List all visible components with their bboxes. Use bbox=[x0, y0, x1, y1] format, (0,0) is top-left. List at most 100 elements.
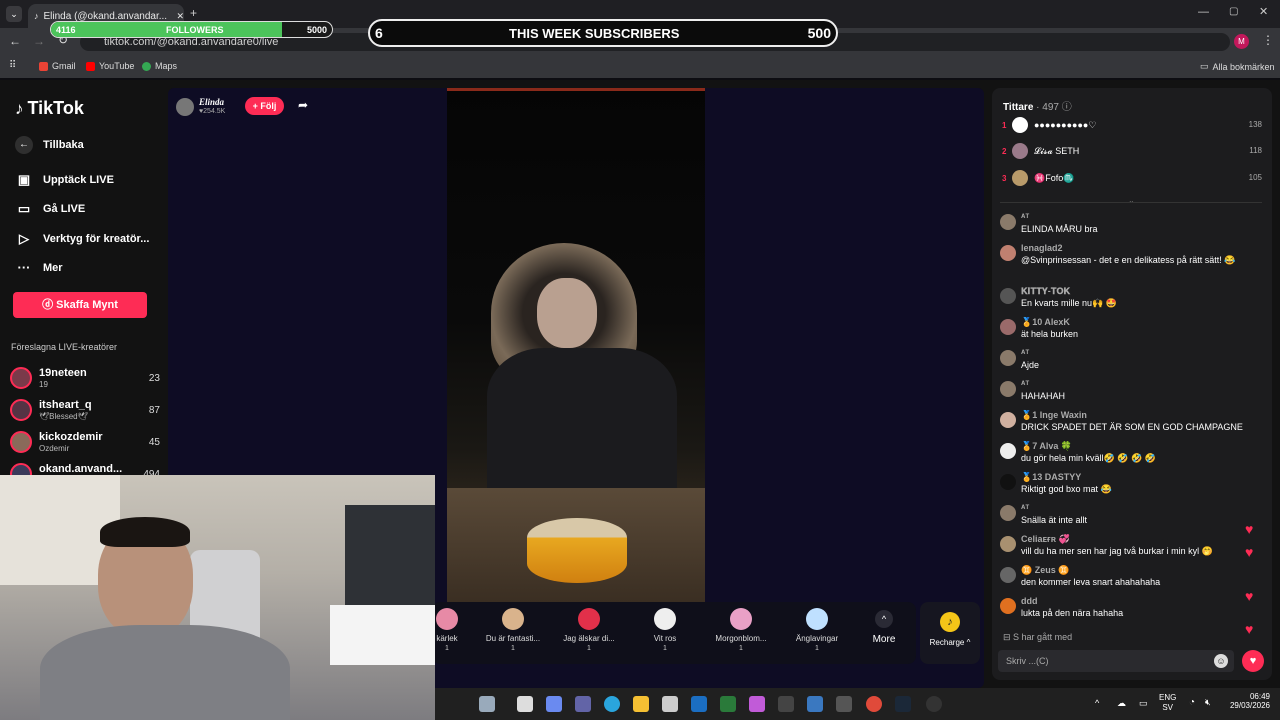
chat-input[interactable]: Skriv ...(C) bbox=[998, 650, 1234, 672]
gift-item[interactable]: Du är fantasti... 1 bbox=[480, 608, 546, 652]
tray-display-icon[interactable]: ▭ bbox=[1139, 698, 1148, 709]
nav-discover-live[interactable]: ▣ Upptäck LIVE bbox=[15, 172, 114, 188]
steam-icon[interactable] bbox=[895, 696, 911, 712]
top-viewer-row[interactable]: 1 ●●●●●●●●●●♡ 138 bbox=[1002, 117, 1262, 135]
vscode-icon[interactable] bbox=[778, 696, 794, 712]
emoji-icon[interactable]: ☺ bbox=[1214, 654, 1228, 668]
chat-message[interactable]: ᴬᵀ HAHAHAH bbox=[1000, 379, 1240, 407]
host-name[interactable]: Elinda bbox=[199, 97, 224, 107]
nav-more[interactable]: ··· Mer bbox=[15, 260, 63, 275]
top-viewer-row[interactable]: 2 𝓛𝓲𝓼𝓪 SETH 118 bbox=[1002, 143, 1262, 161]
volume-mute-icon[interactable]: 🔇︎ bbox=[1205, 697, 1211, 708]
teams-icon[interactable] bbox=[575, 696, 591, 712]
avatar bbox=[1012, 143, 1028, 159]
new-tab-icon[interactable]: + bbox=[190, 6, 197, 20]
host-avatar[interactable] bbox=[176, 98, 194, 116]
chat-message[interactable]: 🏅1 Inge Waxin DRICK SPADET DET ÄR SOM EN … bbox=[1000, 410, 1243, 438]
maximize-icon[interactable]: ▢ bbox=[1229, 6, 1238, 17]
chat-message[interactable]: ddd lukta på den nära hahaha bbox=[1000, 596, 1240, 624]
suggested-creator-item[interactable]: 19neteen 19 23 bbox=[10, 367, 160, 395]
nav-go-live[interactable]: ▭ Gå LIVE bbox=[15, 201, 85, 217]
wifi-icon[interactable]: ◔ bbox=[1189, 697, 1195, 708]
webcam-shelf bbox=[330, 605, 435, 665]
bookmark-gmail[interactable]: Gmail bbox=[39, 61, 76, 71]
avatar bbox=[1000, 443, 1016, 459]
gift-item[interactable]: Morgonblom... 1 bbox=[708, 608, 774, 652]
profile-avatar[interactable]: M bbox=[1234, 34, 1249, 49]
task-view-icon[interactable] bbox=[517, 696, 533, 712]
followers-current: 4116 bbox=[56, 25, 76, 35]
send-heart-button[interactable]: ♥ bbox=[1242, 650, 1264, 672]
chat-message[interactable]: 🏅7 Alva 🍀 du gör hela min kväll🤣 🤣 🤣 🤣 bbox=[1000, 441, 1240, 469]
chat-message[interactable]: ᴬᵀ Snälla ät inte allt bbox=[1000, 503, 1240, 531]
chat-message[interactable]: ᴬᵀ Ajde bbox=[1000, 348, 1240, 376]
back-icon[interactable]: ← bbox=[9, 34, 21, 48]
file-explorer-icon[interactable] bbox=[633, 696, 649, 712]
youtube-icon bbox=[86, 61, 95, 71]
tiktok-logo[interactable]: ♪ TikTok bbox=[15, 98, 84, 119]
get-coins-button[interactable]: ⓓ Skaffa Mynt bbox=[13, 292, 147, 318]
live-video[interactable] bbox=[447, 88, 705, 603]
chat-message[interactable]: 🏅13 DASTYY Riktigt god bxo mat 😂 bbox=[1000, 472, 1240, 500]
chevron-down-icon[interactable]: ⌄ bbox=[1128, 196, 1135, 205]
coin-icon: ♪ bbox=[940, 612, 960, 632]
back-link[interactable]: ← Tillbaka bbox=[15, 136, 84, 154]
minimize-icon[interactable]: — bbox=[1198, 6, 1209, 18]
chat-message[interactable]: Celiaᴇғʀ 💞 vill du ha mer sen har jag två… bbox=[1000, 534, 1240, 562]
clock[interactable]: 06:49 29/03/2026 bbox=[1218, 692, 1270, 710]
avatar bbox=[1000, 319, 1016, 335]
forward-icon[interactable]: → bbox=[33, 34, 45, 48]
chrome-icon[interactable] bbox=[866, 696, 882, 712]
flower-bouquet-icon bbox=[730, 608, 752, 630]
info-icon[interactable]: ⓘ bbox=[1062, 102, 1072, 113]
close-window-icon[interactable]: ✕ bbox=[1259, 5, 1268, 18]
suggested-creator-item[interactable]: itsheart_q 🕊Blessed🕊 87 bbox=[10, 399, 160, 427]
chat-message[interactable]: lenaglad2 @Svinprinsessan - det e en deli… bbox=[1000, 243, 1240, 271]
tray-app-icon[interactable]: ☁ bbox=[1117, 698, 1126, 709]
security-icon[interactable] bbox=[720, 696, 736, 712]
followers-label: FOLLOWERS bbox=[166, 25, 224, 35]
heart-gift-icon bbox=[436, 608, 458, 630]
wallpaper-icon[interactable] bbox=[807, 696, 823, 712]
edge-icon[interactable] bbox=[604, 696, 620, 712]
gift-item[interactable]: Vit ros 1 bbox=[632, 608, 698, 652]
heart-icon: ♥ bbox=[1245, 544, 1254, 560]
outlook-icon[interactable] bbox=[691, 696, 707, 712]
store-icon[interactable] bbox=[662, 696, 678, 712]
viewers-header[interactable]: Tittare · 497 ⓘ bbox=[1003, 98, 1072, 113]
nav-creator-tools[interactable]: ▷ Verktyg för kreatör... bbox=[15, 231, 149, 247]
start-icon[interactable] bbox=[479, 696, 495, 712]
tab-close-icon[interactable]: ✕ bbox=[176, 11, 184, 22]
bookmark-youtube[interactable]: YouTube bbox=[86, 61, 134, 71]
subs-goal: 500 bbox=[807, 25, 831, 41]
heart-icon: ♥ bbox=[1245, 521, 1254, 537]
live-tv-icon: ▣ bbox=[17, 172, 31, 187]
tiktok-favicon-icon: ♪ bbox=[34, 11, 39, 21]
avatar bbox=[10, 367, 32, 389]
all-bookmarks[interactable]: ▭ Alla bokmärken bbox=[1200, 61, 1275, 72]
browser-menu-icon[interactable]: ⋮ bbox=[1262, 33, 1274, 47]
obs-icon[interactable] bbox=[926, 696, 942, 712]
tab-search-icon[interactable]: ⌄ bbox=[6, 6, 22, 22]
follow-button[interactable]: + Följ bbox=[245, 97, 284, 115]
top-viewer-row[interactable]: 3 ♓Fofo♏ 105 bbox=[1002, 170, 1262, 188]
maps-icon bbox=[142, 61, 151, 71]
recharge-button[interactable]: ♪ Recharge ^ bbox=[920, 602, 980, 664]
share-icon[interactable]: ➦ bbox=[298, 98, 308, 112]
gift-more-button[interactable]: ^ More bbox=[864, 610, 904, 645]
chat-message[interactable]: 🏅10 AlexK ät hela burken bbox=[1000, 317, 1240, 345]
apps-grid-icon[interactable]: ⠿ bbox=[9, 60, 16, 71]
suggested-creator-item[interactable]: kickozdemir Ozdemir 45 bbox=[10, 431, 160, 459]
language-indicator[interactable]: ENG SV bbox=[1159, 693, 1176, 713]
copilot-icon[interactable] bbox=[546, 696, 562, 712]
bookmark-maps[interactable]: Maps bbox=[142, 61, 177, 71]
angel-wings-icon bbox=[806, 608, 828, 630]
photos-icon[interactable] bbox=[749, 696, 765, 712]
chat-message[interactable]: 𝐊𝐈𝐓𝐓𝐘-𝐓𝐎𝐊 En kvarts mille nu🙌 🤩 bbox=[1000, 286, 1240, 314]
chat-message[interactable]: ♊ Zeus ♊ den kommer leva snart ahahahaha bbox=[1000, 565, 1240, 593]
gift-item[interactable]: Jag älskar di... 1 bbox=[556, 608, 622, 652]
app-icon[interactable] bbox=[836, 696, 852, 712]
chat-message[interactable]: ᴬᵀ ELINDA MÅRU bra bbox=[1000, 212, 1240, 240]
tray-chevron-icon[interactable]: ^ bbox=[1095, 698, 1099, 708]
gift-item[interactable]: Änglavingar 1 bbox=[784, 608, 850, 652]
